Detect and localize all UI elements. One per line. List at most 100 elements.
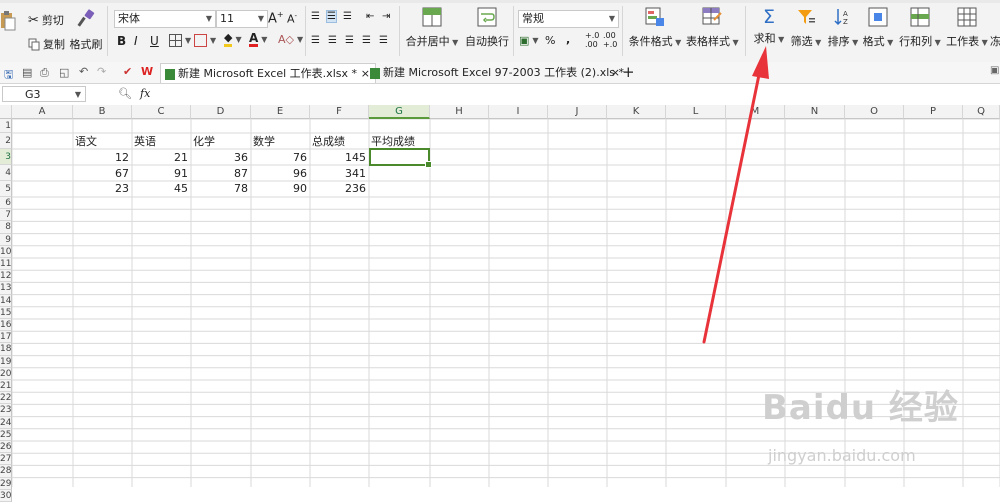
bold-button[interactable]: B bbox=[117, 34, 126, 48]
cell-e3[interactable]: 76 bbox=[251, 152, 307, 164]
format-button[interactable]: 格式 ▼ bbox=[861, 7, 895, 49]
row-header[interactable]: 28 bbox=[0, 465, 12, 478]
clear-format-button[interactable]: A◇ ▼ bbox=[278, 33, 303, 46]
format-painter-button[interactable]: 格式刷 bbox=[68, 8, 104, 52]
save-quick-button[interactable]: 🖫 bbox=[4, 66, 13, 85]
column-header-h[interactable]: H bbox=[430, 105, 489, 119]
align-middle-button[interactable]: ☰ bbox=[326, 10, 337, 23]
wps-logo[interactable]: W bbox=[141, 65, 153, 78]
row-header[interactable]: 1 bbox=[0, 119, 12, 133]
row-header[interactable]: 4 bbox=[0, 165, 12, 181]
row-header[interactable]: 22 bbox=[0, 392, 12, 405]
close-icon[interactable]: × bbox=[611, 63, 620, 82]
cell-f5[interactable]: 236 bbox=[310, 183, 366, 195]
cut-button[interactable]: ✂ 剪切 bbox=[28, 12, 64, 28]
column-header-b[interactable]: B bbox=[73, 105, 132, 119]
row-header[interactable]: 13 bbox=[0, 282, 12, 295]
row-header[interactable]: 17 bbox=[0, 331, 12, 344]
customize-quick-access-button[interactable]: ✔ bbox=[123, 65, 132, 78]
redo-button[interactable]: ↷ bbox=[97, 65, 106, 78]
cell-c2[interactable]: 英语 bbox=[134, 136, 156, 148]
underline-button[interactable]: U bbox=[150, 34, 159, 48]
column-header-c[interactable]: C bbox=[132, 105, 191, 119]
indent-decrease-button[interactable]: ⇤ bbox=[366, 11, 374, 22]
auto-wrap-button[interactable]: 自动换行 bbox=[463, 7, 511, 49]
font-grow-button[interactable]: A+ bbox=[268, 10, 284, 26]
italic-button[interactable]: I bbox=[134, 34, 138, 48]
column-header-q[interactable]: Q bbox=[963, 105, 1000, 119]
row-header[interactable]: 9 bbox=[0, 233, 12, 246]
font-color-button[interactable]: A ▼ bbox=[249, 32, 267, 47]
cell-e2[interactable]: 数学 bbox=[253, 136, 275, 148]
cell-c5[interactable]: 45 bbox=[132, 183, 188, 195]
row-header[interactable]: 5 bbox=[0, 181, 12, 197]
cell-e4[interactable]: 96 bbox=[251, 168, 307, 180]
tab-scroll-button[interactable]: ▣ bbox=[990, 65, 999, 76]
row-header[interactable]: 6 bbox=[0, 197, 12, 210]
row-header[interactable]: 21 bbox=[0, 380, 12, 393]
select-all-corner[interactable] bbox=[0, 105, 12, 119]
row-header[interactable]: 11 bbox=[0, 258, 12, 271]
percent-button[interactable]: % bbox=[545, 34, 555, 47]
worksheet-button[interactable]: 工作表 ▼ bbox=[944, 7, 990, 49]
cell-c3[interactable]: 21 bbox=[132, 152, 188, 164]
align-top-button[interactable]: ☰ bbox=[311, 11, 320, 22]
column-header-g[interactable]: G bbox=[369, 105, 430, 119]
row-header[interactable]: 20 bbox=[0, 367, 12, 380]
column-header-e[interactable]: E bbox=[251, 105, 310, 119]
row-header[interactable]: 23 bbox=[0, 404, 12, 417]
indent-increase-button[interactable]: ⇥ bbox=[382, 11, 390, 22]
row-header[interactable]: 12 bbox=[0, 270, 12, 283]
row-header[interactable]: 24 bbox=[0, 416, 12, 429]
row-header[interactable]: 2 bbox=[0, 133, 12, 149]
table-style-button[interactable]: 表格样式 ▼ bbox=[686, 7, 739, 49]
spreadsheet-grid[interactable]: ABCDEFGHIJKLMNOPQ 1 2 3 4 5 6 7 8 9 10 11 12 13 14 15 1… bbox=[0, 105, 1000, 502]
cell-d4[interactable]: 87 bbox=[191, 168, 248, 180]
column-header-k[interactable]: K bbox=[607, 105, 666, 119]
insert-function-button[interactable]: fx bbox=[140, 87, 150, 100]
column-header-d[interactable]: D bbox=[191, 105, 251, 119]
name-box[interactable]: G3 ▼ bbox=[2, 86, 86, 102]
row-header[interactable]: 25 bbox=[0, 428, 12, 441]
column-header-n[interactable]: N bbox=[785, 105, 845, 119]
justify-button[interactable]: ☰ bbox=[362, 35, 371, 46]
cell-b3[interactable]: 12 bbox=[73, 152, 129, 164]
border-button[interactable]: ▼ bbox=[169, 34, 191, 47]
column-header-f[interactable]: F bbox=[310, 105, 369, 119]
align-bottom-button[interactable]: ☰ bbox=[343, 11, 352, 22]
sum-button[interactable]: Σ 求和 ▼ bbox=[750, 7, 788, 46]
cell-d5[interactable]: 78 bbox=[191, 183, 248, 195]
font-shrink-button[interactable]: A- bbox=[287, 12, 297, 26]
cell-c4[interactable]: 91 bbox=[132, 168, 188, 180]
cell-b5[interactable]: 23 bbox=[73, 183, 129, 195]
column-header-l[interactable]: L bbox=[666, 105, 726, 119]
zoom-lookup-button[interactable]: 🔍︎ bbox=[118, 87, 132, 100]
row-header[interactable]: 29 bbox=[0, 477, 12, 490]
column-header-i[interactable]: I bbox=[489, 105, 548, 119]
cell-f3[interactable]: 145 bbox=[310, 152, 366, 164]
currency-button[interactable]: ▣ ▼ bbox=[519, 34, 539, 47]
new-tab-button[interactable]: + bbox=[622, 63, 635, 81]
row-header[interactable]: 18 bbox=[0, 343, 12, 356]
row-header[interactable]: 3 bbox=[0, 149, 12, 165]
formula-input[interactable] bbox=[162, 86, 998, 102]
print-button[interactable]: ⎙ bbox=[40, 66, 49, 80]
row-header[interactable]: 7 bbox=[0, 209, 12, 222]
font-size-select[interactable]: 11 ▼ bbox=[216, 10, 268, 28]
undo-button[interactable]: ↶ bbox=[79, 65, 88, 78]
row-header[interactable]: 10 bbox=[0, 245, 12, 258]
row-header[interactable]: 15 bbox=[0, 306, 12, 319]
row-header[interactable]: 19 bbox=[0, 355, 12, 368]
font-name-select[interactable]: 宋体 ▼ bbox=[114, 10, 216, 28]
align-right-button[interactable]: ☰ bbox=[345, 35, 354, 46]
align-left-button[interactable]: ☰ bbox=[311, 35, 320, 46]
tab-active-workbook[interactable]: 新建 Microsoft Excel 工作表.xlsx * × bbox=[160, 63, 376, 83]
cell-f4[interactable]: 341 bbox=[310, 168, 366, 180]
cell-d3[interactable]: 36 bbox=[191, 152, 248, 164]
row-header[interactable]: 16 bbox=[0, 319, 12, 332]
conditional-format-button[interactable]: 条件格式 ▼ bbox=[626, 7, 684, 49]
align-center-button[interactable]: ☰ bbox=[328, 35, 337, 46]
cell-f2[interactable]: 总成绩 bbox=[312, 136, 345, 148]
tab-second-workbook[interactable]: 新建 Microsoft Excel 97-2003 工作表 (2).xls *… bbox=[366, 63, 624, 82]
row-header[interactable]: 14 bbox=[0, 294, 12, 307]
